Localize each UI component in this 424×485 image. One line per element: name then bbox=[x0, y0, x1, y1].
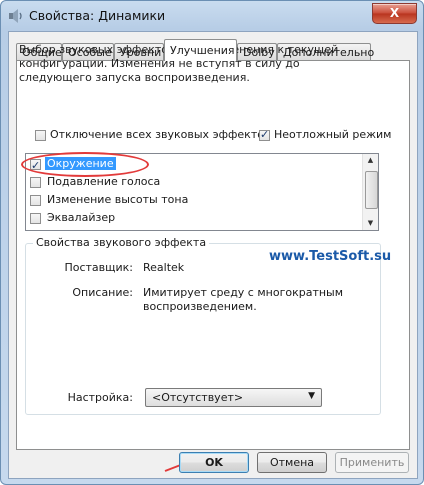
effect-label: Эквалайзер bbox=[47, 211, 116, 224]
disable-all-label: Отключение всех звуковых эффектов bbox=[50, 128, 271, 141]
ok-button[interactable]: OK bbox=[179, 452, 249, 473]
list-item[interactable]: Эквалайзер bbox=[30, 209, 117, 226]
immediate-mode-checkbox[interactable] bbox=[259, 128, 270, 141]
setting-combobox[interactable]: <Отсутствует> ▼ bbox=[145, 388, 322, 407]
immediate-mode-label: Неотложный режим bbox=[274, 128, 392, 141]
provider-label: Поставщик: bbox=[64, 261, 133, 274]
tab-enhancements[interactable]: Улучшения bbox=[164, 39, 237, 61]
effect-description-line2: воспроизведением. bbox=[143, 300, 257, 313]
setting-value: <Отсутствует> bbox=[152, 391, 244, 404]
dialog-window: Свойства: Динамики X Общие Особые Уровни… bbox=[0, 0, 424, 485]
effect-checkbox[interactable] bbox=[30, 194, 41, 206]
effect-checkbox[interactable] bbox=[30, 176, 41, 188]
close-button[interactable]: X bbox=[372, 3, 417, 24]
disable-all-option[interactable]: Отключение всех звуковых эффектов bbox=[35, 128, 270, 141]
apply-button[interactable]: Применить bbox=[335, 452, 409, 473]
provider-value: Realtek bbox=[143, 261, 185, 274]
effect-label: Подавление голоса bbox=[47, 175, 161, 188]
effect-description-line1: Имитирует среду с многократным bbox=[143, 286, 344, 299]
speaker-icon bbox=[9, 9, 22, 23]
group-title: Свойства звукового эффекта bbox=[33, 236, 210, 249]
setting-label: Настройка: bbox=[67, 391, 133, 404]
list-item[interactable]: Изменение высоты тона bbox=[30, 191, 190, 208]
annotation-oval bbox=[21, 152, 149, 177]
chevron-down-icon: ▼ bbox=[308, 391, 315, 401]
window-title: Свойства: Динамики bbox=[29, 8, 166, 23]
watermark-text: www.TestSoft.su bbox=[269, 249, 392, 264]
scroll-down-icon[interactable]: ▼ bbox=[363, 217, 378, 230]
effect-description-label: Описание: bbox=[72, 286, 133, 299]
list-scrollbar[interactable]: ▲ ▼ bbox=[362, 154, 378, 230]
effect-checkbox[interactable] bbox=[30, 212, 41, 224]
disable-all-checkbox[interactable] bbox=[35, 129, 46, 141]
scroll-up-icon[interactable]: ▲ bbox=[363, 154, 378, 167]
title-bar[interactable]: Свойства: Динамики X bbox=[1, 1, 423, 31]
cancel-button[interactable]: Отмена bbox=[257, 452, 327, 473]
immediate-mode-option[interactable]: Неотложный режим bbox=[259, 128, 391, 141]
scroll-thumb[interactable] bbox=[365, 171, 378, 209]
effect-label: Изменение высоты тона bbox=[47, 193, 189, 206]
